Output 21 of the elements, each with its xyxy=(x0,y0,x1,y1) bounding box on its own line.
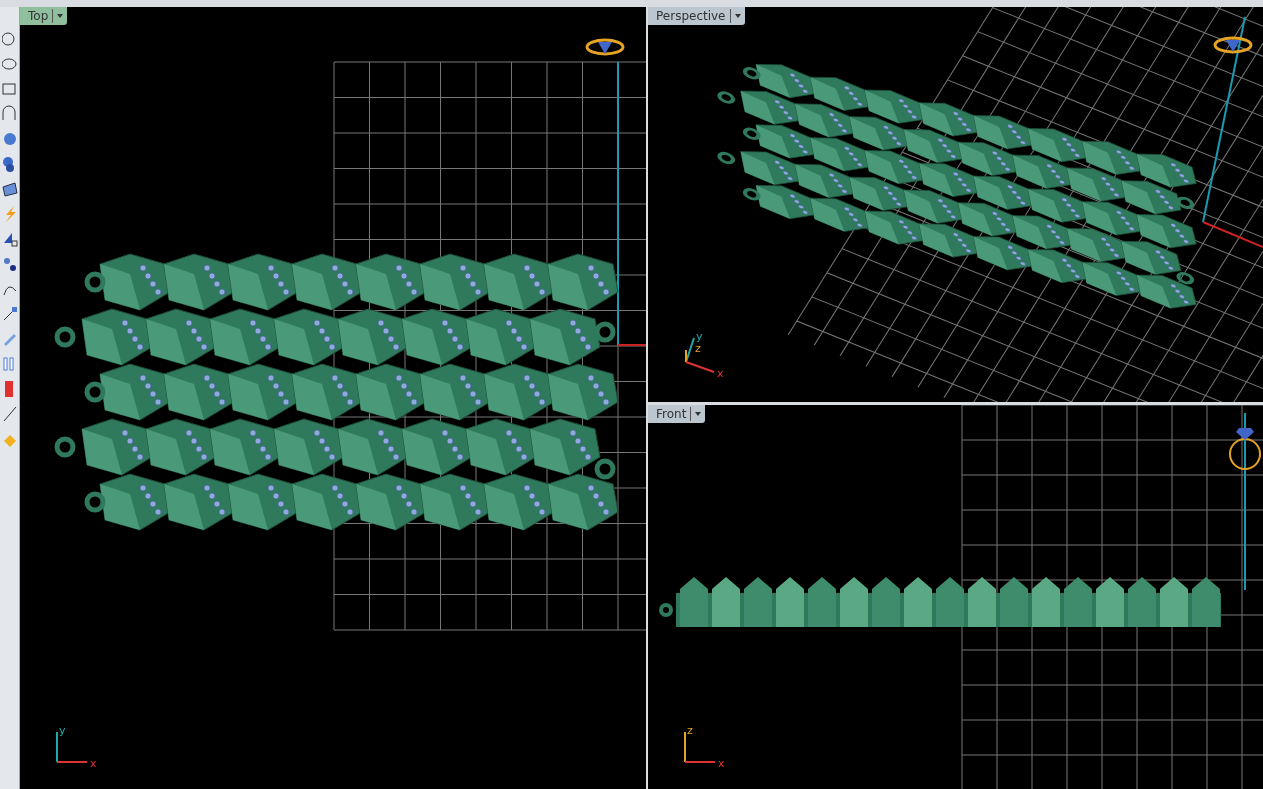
ring-icon xyxy=(1213,36,1253,54)
surface-tool-icon[interactable] xyxy=(1,179,18,199)
x-axis-line xyxy=(617,344,646,346)
viewport-tab[interactable]: Top xyxy=(20,7,68,25)
line-tool-icon[interactable] xyxy=(1,404,18,424)
axis-label: x xyxy=(90,757,97,770)
viewport-tab[interactable]: Front xyxy=(648,405,706,423)
caret-icon[interactable] xyxy=(690,407,704,421)
circle-tool-icon[interactable] xyxy=(1,29,18,49)
axis-label: x xyxy=(718,757,725,770)
viewport-tab[interactable]: Perspective xyxy=(648,7,745,25)
axis-label: z xyxy=(687,724,693,737)
axis-label: y xyxy=(59,724,66,737)
axis-label: y xyxy=(696,330,703,343)
axis-label: z xyxy=(695,342,701,355)
x-axis-line xyxy=(1202,221,1263,248)
ring-icon xyxy=(585,38,625,56)
caret-icon[interactable] xyxy=(729,9,743,23)
axis-label: x xyxy=(717,367,724,380)
ring-icon xyxy=(1229,428,1261,470)
caret-icon[interactable] xyxy=(52,9,66,23)
